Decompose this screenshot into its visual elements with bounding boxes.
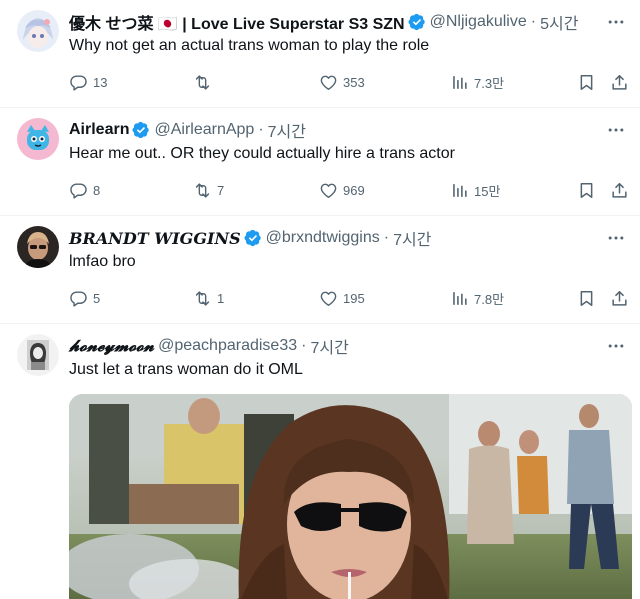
share-icon	[610, 73, 629, 92]
views-button[interactable]: 7.8만	[450, 287, 504, 309]
views-icon	[450, 73, 469, 92]
avatar[interactable]	[17, 334, 59, 376]
share-button[interactable]	[610, 287, 629, 309]
user-handle[interactable]: @Nljigakulive	[430, 13, 527, 31]
tweet-text: lmfao bro	[69, 253, 136, 270]
bookmark-button[interactable]	[577, 179, 596, 201]
separator: ·	[258, 121, 264, 138]
retweet-button[interactable]	[193, 71, 217, 93]
tweet-image[interactable]	[69, 394, 632, 599]
retweet-button[interactable]: 1	[193, 287, 224, 309]
tweet[interactable]: BRANDT WIGGINS @brxndtwiggins · 7시간 lmfa…	[0, 216, 640, 324]
heart-icon	[319, 73, 338, 92]
like-count: 353	[343, 74, 365, 90]
separator: ·	[301, 337, 307, 354]
reply-count: 5	[93, 290, 101, 306]
more-icon[interactable]	[606, 336, 626, 356]
verified-badge-icon	[408, 13, 426, 31]
views-icon	[450, 289, 469, 308]
heart-icon	[319, 289, 338, 308]
timestamp[interactable]: 5시간	[540, 10, 578, 34]
bookmark-icon	[577, 73, 596, 92]
reply-icon	[69, 181, 88, 200]
retweet-button[interactable]: 7	[193, 179, 224, 201]
verified-badge-icon	[132, 121, 150, 139]
user-handle[interactable]: @peachparadise33	[158, 337, 297, 355]
view-count: 15만	[474, 183, 501, 199]
reply-icon	[69, 289, 88, 308]
bookmark-button[interactable]	[577, 287, 596, 309]
reply-button[interactable]: 13	[69, 71, 107, 93]
avatar[interactable]	[17, 118, 59, 160]
like-button[interactable]: 353	[319, 71, 365, 93]
retweet-icon	[193, 289, 212, 308]
bookmark-button[interactable]	[577, 71, 596, 93]
tweet[interactable]: Airlearn @AirlearnApp · 7시간 Hear me out.…	[0, 108, 640, 216]
share-button[interactable]	[610, 71, 629, 93]
more-icon[interactable]	[606, 120, 626, 140]
more-icon[interactable]	[606, 228, 626, 248]
share-icon	[610, 181, 629, 200]
reply-button[interactable]: 5	[69, 287, 100, 309]
tweet[interactable]: 優木 せつ菜 🇯🇵 | Love Live Superstar S3 SZN @…	[0, 0, 640, 108]
like-button[interactable]: 195	[319, 287, 365, 309]
bookmark-icon	[577, 181, 596, 200]
heart-icon	[319, 181, 338, 200]
retweet-icon	[193, 73, 212, 92]
timestamp[interactable]: 7시간	[268, 118, 306, 142]
action-bar: 8 7 969 15만	[69, 179, 628, 201]
retweet-count: 7	[217, 182, 225, 198]
display-name[interactable]: 優木 せつ菜 🇯🇵 | Love Live Superstar S3 SZN	[69, 10, 405, 34]
share-icon	[610, 289, 629, 308]
timestamp[interactable]: 7시간	[310, 334, 348, 358]
reply-count: 8	[93, 182, 101, 198]
retweet-count: 1	[217, 290, 225, 306]
views-button[interactable]: 15만	[450, 179, 500, 201]
tweet-text: Just let a trans woman do it OML	[69, 361, 303, 378]
reply-icon	[69, 73, 88, 92]
tweet-text: Hear me out.. OR they could actually hir…	[69, 145, 455, 162]
tweet[interactable]: 𝓱𝓸𝓷𝓮𝔂𝓶𝓸𝓸𝓷 @peachparadise33 · 7시간 Just le…	[0, 324, 640, 599]
views-icon	[450, 181, 469, 200]
reply-count: 13	[93, 74, 108, 90]
avatar[interactable]	[17, 10, 59, 52]
like-button[interactable]: 969	[319, 179, 365, 201]
views-button[interactable]: 7.3만	[450, 71, 504, 93]
display-name[interactable]: 𝓱𝓸𝓷𝓮𝔂𝓶𝓸𝓸𝓷	[69, 336, 154, 356]
user-handle[interactable]: @brxndtwiggins	[266, 229, 380, 247]
view-count: 7.8만	[474, 291, 505, 307]
timestamp[interactable]: 7시간	[393, 226, 431, 250]
avatar[interactable]	[17, 226, 59, 268]
retweet-icon	[193, 181, 212, 200]
display-name[interactable]: Airlearn	[69, 121, 129, 139]
reply-button[interactable]: 8	[69, 179, 100, 201]
user-handle[interactable]: @AirlearnApp	[154, 121, 254, 139]
action-bar: 5 1 195 7.8만	[69, 287, 628, 309]
view-count: 7.3만	[474, 75, 505, 91]
more-icon[interactable]	[606, 12, 626, 32]
like-count: 969	[343, 182, 365, 198]
separator: ·	[530, 13, 537, 30]
share-button[interactable]	[610, 179, 629, 201]
bookmark-icon	[577, 289, 596, 308]
verified-badge-icon	[244, 229, 262, 247]
like-count: 195	[343, 290, 365, 306]
display-name[interactable]: BRANDT WIGGINS	[69, 229, 241, 248]
tweet-text: Why not get an actual trans woman to pla…	[69, 37, 430, 54]
separator: ·	[383, 229, 390, 246]
action-bar: 13 353 7.3만	[69, 71, 628, 93]
